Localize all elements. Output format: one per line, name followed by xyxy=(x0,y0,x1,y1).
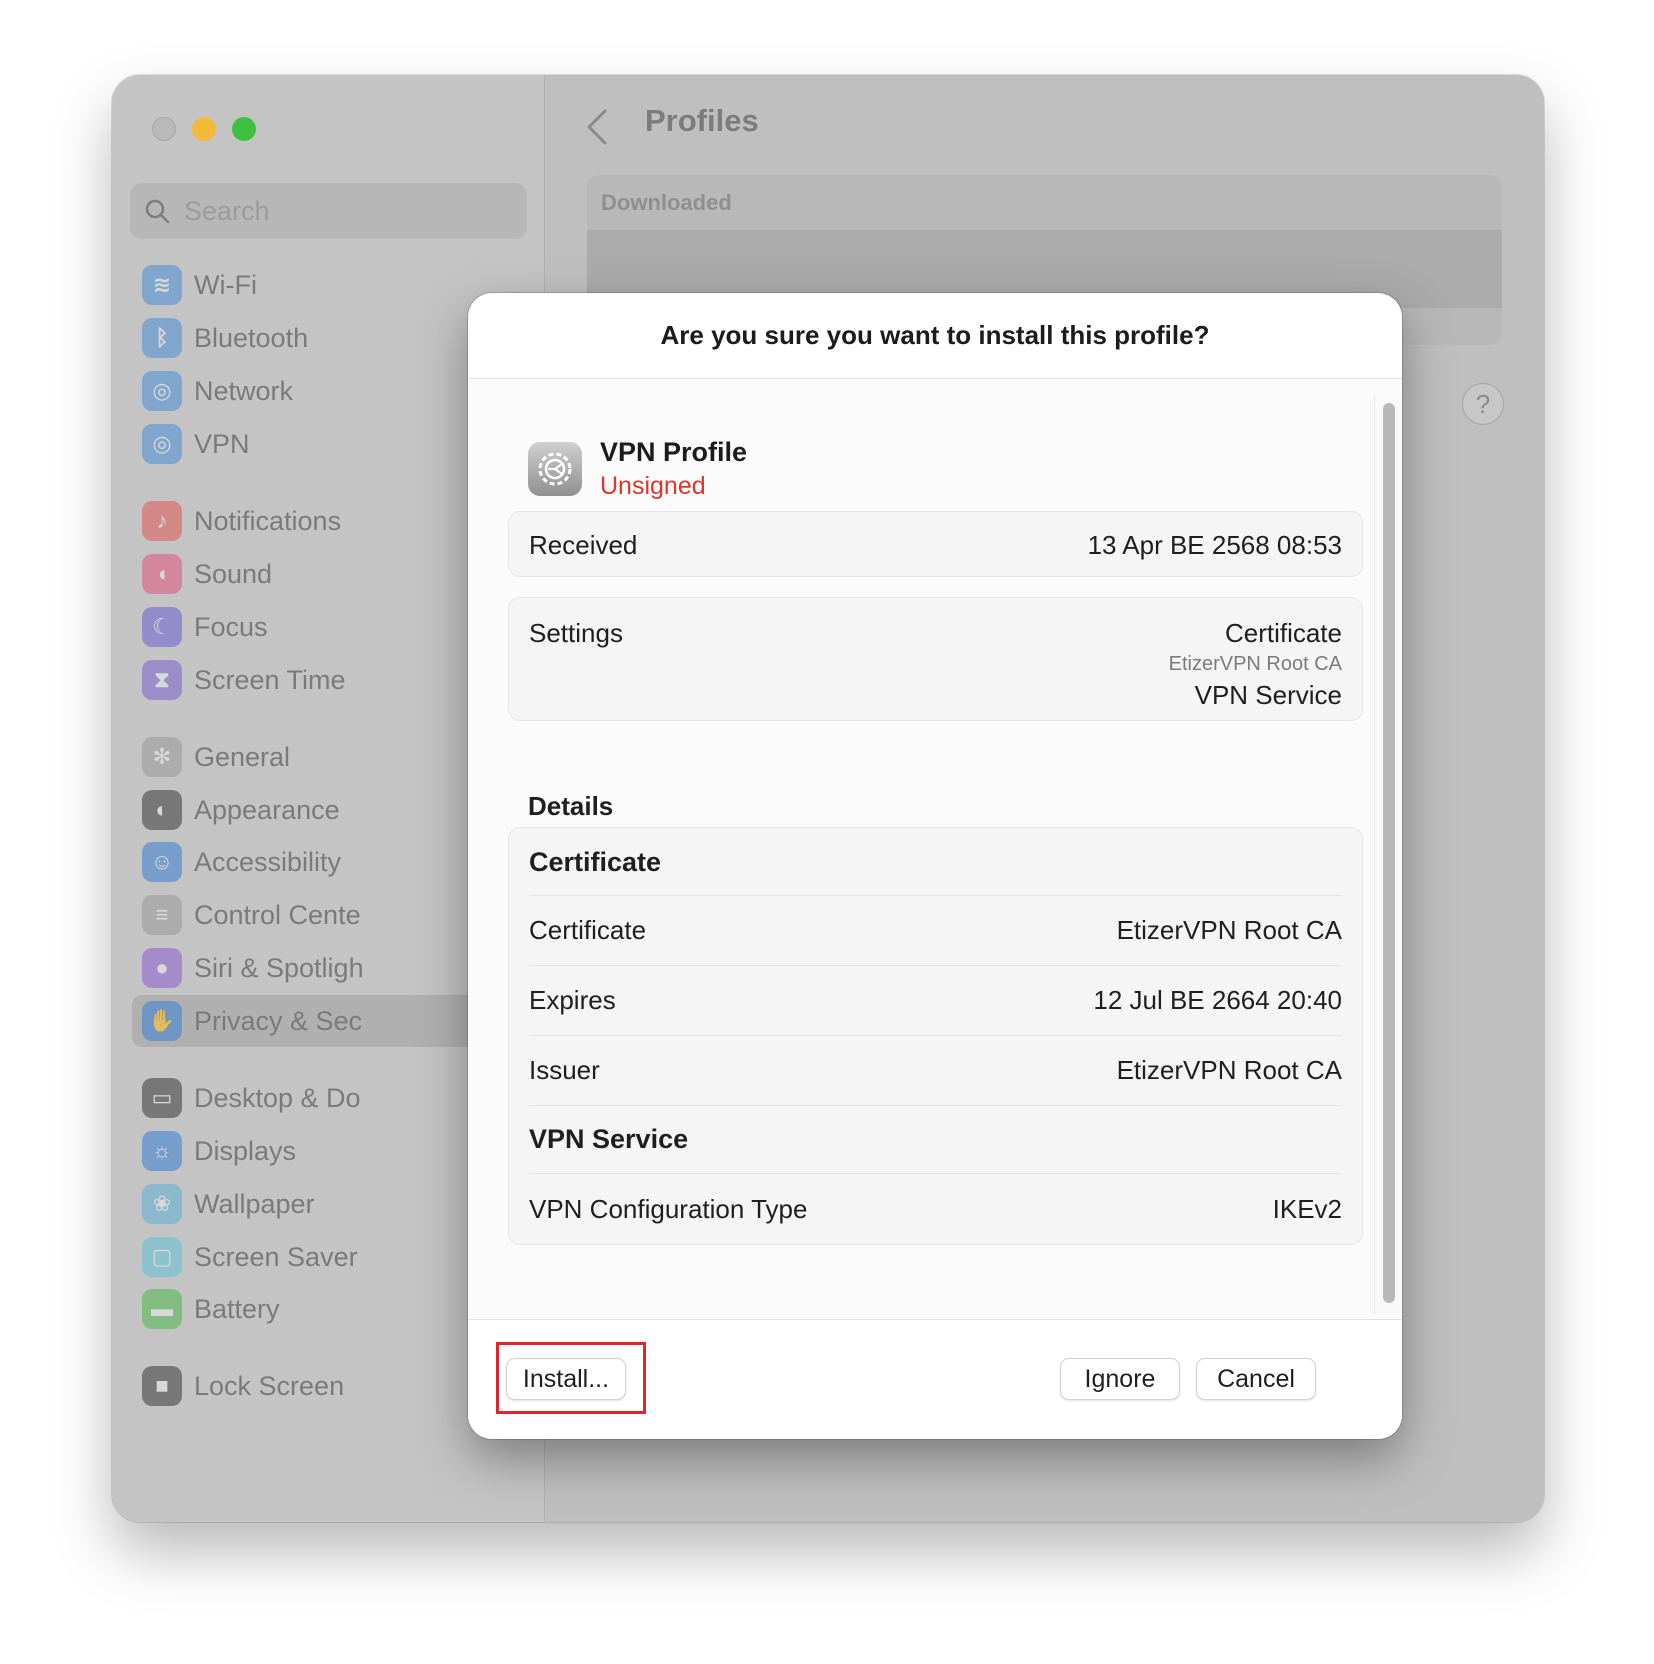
settings-gear-icon xyxy=(528,442,582,496)
sidebar-item-label: Notifications xyxy=(194,505,342,536)
desktop-icon: ▭ xyxy=(142,1078,182,1118)
battery-icon: ▬ xyxy=(142,1289,182,1329)
sidebar-item-label: Control Cente xyxy=(194,899,361,930)
dialog-title: Are you sure you want to install this pr… xyxy=(468,293,1402,379)
dialog-body: VPN Profile Unsigned Received 13 Apr BE … xyxy=(468,379,1402,1319)
siri-icon: ● xyxy=(142,948,182,988)
sidebar-item-label: Bluetooth xyxy=(194,322,309,353)
dialog-footer: Install... Ignore Cancel xyxy=(468,1319,1402,1439)
close-window-button[interactable] xyxy=(152,117,176,141)
search-placeholder: Search xyxy=(184,195,270,226)
sidebar-item-label: Screen Time xyxy=(194,664,346,695)
detail-row-issuer: Issuer EtizerVPN Root CA xyxy=(529,1036,1342,1106)
gear-icon: ✻ xyxy=(142,737,182,777)
dialog-scrollbar[interactable] xyxy=(1374,395,1402,1315)
received-card: Received 13 Apr BE 2568 08:53 xyxy=(508,511,1363,577)
sidebar-item-label: Siri & Spotligh xyxy=(194,952,364,983)
traffic-lights xyxy=(152,117,256,141)
install-profile-dialog: Are you sure you want to install this pr… xyxy=(468,293,1402,1439)
sidebar-item-label: Network xyxy=(194,375,294,406)
install-button[interactable]: Install... xyxy=(506,1358,626,1400)
sidebar-item-label: Privacy & Sec xyxy=(194,1005,363,1036)
sidebar-item-label: General xyxy=(194,741,291,772)
moon-icon: ☾ xyxy=(142,607,182,647)
vpn-globe-icon: ◎ xyxy=(142,424,182,464)
sidebar-item-label: Accessibility xyxy=(194,846,342,877)
globe-icon: ◎ xyxy=(142,371,182,411)
certificate-section-header: Certificate xyxy=(529,830,1342,896)
ignore-button[interactable]: Ignore xyxy=(1060,1358,1180,1400)
details-card: Certificate Certificate EtizerVPN Root CA… xyxy=(508,827,1363,1245)
profile-header: VPN Profile Unsigned xyxy=(528,437,747,501)
received-value: 13 Apr BE 2568 08:53 xyxy=(1087,529,1342,560)
page-title: Profiles xyxy=(645,103,759,138)
hand-icon: ✋ xyxy=(142,1001,182,1041)
downloaded-section-header: Downloaded xyxy=(601,189,732,215)
bluetooth-icon: ᛒ xyxy=(142,318,182,358)
settings-item-certificate: Certificate xyxy=(1224,618,1342,648)
sidebar-item-label: Screen Saver xyxy=(194,1241,358,1272)
sidebar-item-label: Displays xyxy=(194,1135,297,1166)
sidebar-item-label: Lock Screen xyxy=(194,1370,345,1401)
back-chevron-icon[interactable] xyxy=(585,107,609,147)
search-icon xyxy=(145,199,170,224)
minimize-window-button[interactable] xyxy=(192,117,216,141)
cancel-button[interactable]: Cancel xyxy=(1196,1358,1316,1400)
detail-row-vpn-config-type: VPN Configuration Type IKEv2 xyxy=(529,1193,1342,1224)
search-field[interactable]: Search xyxy=(130,183,527,239)
dialog-scrollbar-thumb[interactable] xyxy=(1383,403,1395,1303)
sidebar-item-label: Sound xyxy=(194,558,273,589)
sidebar-item-label: Desktop & Do xyxy=(194,1082,361,1113)
speaker-icon: ◖ xyxy=(142,554,182,594)
flower-icon: ❀ xyxy=(142,1184,182,1224)
toggles-icon: ≡ xyxy=(142,895,182,935)
system-settings-window: Search ≋ Wi-Fi ᛒ Bluetooth ◎ Network ◎ VPN ♪ Noti… xyxy=(112,75,1544,1522)
sidebar-item-label: VPN xyxy=(194,428,250,459)
screensaver-icon: ▢ xyxy=(142,1237,182,1277)
sidebar-item-label: Wallpaper xyxy=(194,1188,315,1219)
profile-signed-status: Unsigned xyxy=(600,472,706,500)
sidebar-item-label: Focus xyxy=(194,611,268,642)
vpn-service-section-header: VPN Service xyxy=(529,1106,1342,1174)
accessibility-icon: ☺ xyxy=(142,842,182,882)
details-heading: Details xyxy=(528,791,614,821)
lock-icon: ■ xyxy=(142,1366,182,1406)
sidebar-item-label: Wi-Fi xyxy=(194,269,257,300)
sidebar-item-label: Battery xyxy=(194,1293,280,1324)
hourglass-icon: ⧗ xyxy=(142,660,182,700)
help-button[interactable]: ? xyxy=(1462,383,1504,425)
wifi-icon: ≋ xyxy=(142,265,182,305)
detail-row-certificate: Certificate EtizerVPN Root CA xyxy=(529,896,1342,966)
profile-name: VPN Profile xyxy=(600,437,748,467)
sun-icon: ☼ xyxy=(142,1131,182,1171)
settings-item-vpn-service: VPN Service xyxy=(1194,680,1342,710)
received-label: Received xyxy=(529,529,638,560)
zoom-window-button[interactable] xyxy=(232,117,256,141)
appearance-icon: ◐ xyxy=(142,790,182,830)
settings-card: Settings Certificate EtizerVPN Root CA V… xyxy=(508,597,1363,721)
sidebar-item-label: Appearance xyxy=(194,794,340,825)
detail-row-expires: Expires 12 Jul BE 2664 20:40 xyxy=(529,966,1342,1036)
settings-item-certificate-name: EtizerVPN Root CA xyxy=(1168,653,1342,675)
bell-icon: ♪ xyxy=(142,501,182,541)
settings-label: Settings xyxy=(529,618,623,648)
